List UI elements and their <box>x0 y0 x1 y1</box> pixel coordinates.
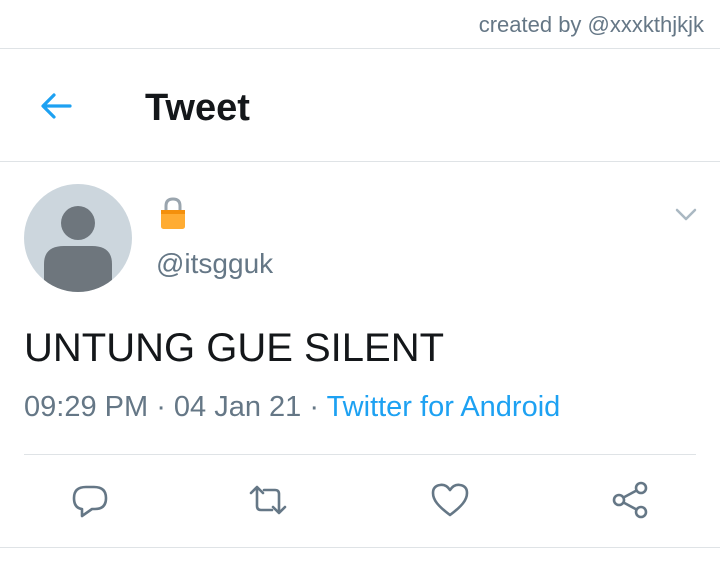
meta-separator: · <box>301 391 327 423</box>
retweet-icon <box>249 485 287 515</box>
watermark-text: created by @xxxkthjkjk <box>478 12 704 37</box>
tweet-date: 04 Jan 21 <box>173 391 302 423</box>
tweet-meta: 09:29 PM · 04 Jan 21 · Twitter for Andro… <box>24 391 560 424</box>
avatar[interactable] <box>24 184 132 292</box>
actions-divider <box>24 454 696 455</box>
tweet-text: UNTUNG GUE SILENT <box>24 326 445 370</box>
bottom-divider <box>0 547 720 548</box>
header-divider <box>0 161 720 162</box>
share-icon <box>612 481 648 519</box>
user-handle[interactable]: @itsgguk <box>156 248 273 280</box>
reply-button[interactable] <box>68 478 112 522</box>
like-icon <box>431 483 469 517</box>
reply-icon <box>72 485 108 518</box>
arrow-left-icon <box>41 93 72 119</box>
tweet-source-link[interactable]: Twitter for Android <box>327 391 561 423</box>
default-profile-icon <box>44 206 112 292</box>
top-divider <box>0 48 720 49</box>
share-button[interactable] <box>608 478 652 522</box>
tweet-time: 09:29 PM <box>24 391 149 423</box>
chevron-down-icon <box>675 208 697 221</box>
like-button[interactable] <box>428 478 472 522</box>
page-title: Tweet <box>145 87 250 129</box>
meta-separator: · <box>148 391 174 423</box>
retweet-button[interactable] <box>246 478 290 522</box>
lock-icon <box>158 195 188 231</box>
back-button[interactable] <box>36 86 76 126</box>
tweet-options-button[interactable] <box>672 200 700 228</box>
